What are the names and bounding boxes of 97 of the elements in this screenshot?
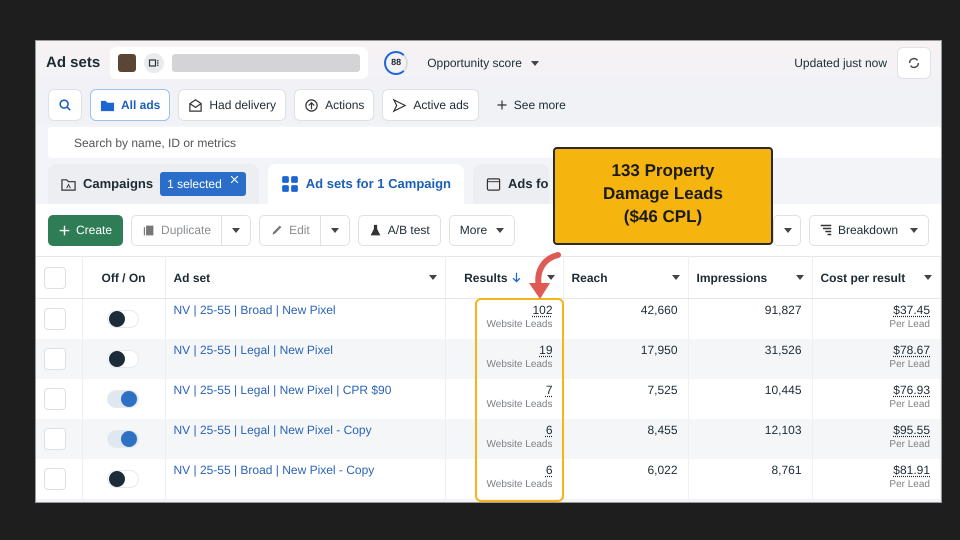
reach-value: 42,660 xyxy=(640,303,678,317)
cost-value: $37.45 xyxy=(893,303,930,317)
cost-unit: Per Lead xyxy=(888,438,930,451)
refresh-button[interactable] xyxy=(897,47,931,79)
row-checkbox[interactable] xyxy=(44,428,66,450)
tab[interactable]: Campaigns 1 selected xyxy=(48,164,259,204)
plus-icon xyxy=(59,224,70,236)
see-more-button[interactable]: See more xyxy=(486,89,575,121)
impressions-value: 31,526 xyxy=(764,342,802,356)
send-icon xyxy=(392,98,408,112)
caret-icon xyxy=(428,275,436,280)
window-icon xyxy=(486,176,501,192)
flask-icon xyxy=(368,224,382,236)
filter-button[interactable]: Had delivery xyxy=(178,89,286,121)
toggle-switch[interactable] xyxy=(106,470,138,488)
copy-icon xyxy=(142,224,156,236)
select-all-checkbox[interactable] xyxy=(44,266,66,288)
toggle-switch[interactable] xyxy=(106,350,138,368)
create-button[interactable]: Create xyxy=(48,214,124,246)
search-icon xyxy=(58,98,72,112)
result-count: 102 xyxy=(532,303,552,317)
bars-icon xyxy=(820,224,832,236)
result-type: Website Leads xyxy=(486,398,552,411)
row-checkbox[interactable] xyxy=(44,348,66,370)
cost-unit: Per Lead xyxy=(888,398,930,411)
selection-chip[interactable]: 1 selected xyxy=(160,172,246,196)
column-header[interactable]: Reach xyxy=(572,268,608,286)
result-count: 19 xyxy=(539,342,552,356)
column-header[interactable]: Ad set xyxy=(174,268,210,286)
caret-icon xyxy=(796,275,804,280)
cost-value: $76.93 xyxy=(893,382,930,396)
cost-value: $78.67 xyxy=(893,342,930,356)
search-button[interactable] xyxy=(48,89,82,121)
caret-icon xyxy=(784,228,792,232)
plus-icon xyxy=(496,99,508,111)
breakdown-button[interactable]: Breakdown xyxy=(808,214,929,246)
ab-test-button[interactable]: A/B test xyxy=(358,214,441,246)
reach-value: 6,022 xyxy=(647,462,678,476)
impressions-value: 10,445 xyxy=(764,382,802,396)
reach-value: 7,525 xyxy=(647,382,678,396)
sort-arrow-icon xyxy=(510,271,522,284)
cost-unit: Per Lead xyxy=(888,319,930,332)
score-gauge: 88 xyxy=(384,51,408,75)
caret-icon xyxy=(924,275,932,280)
dropdown-button[interactable] xyxy=(222,214,252,246)
cost-unit: Per Lead xyxy=(888,478,930,491)
search-field[interactable]: Search by name, ID or metrics xyxy=(48,127,941,158)
ad-set-link[interactable]: NV | 25-55 | Legal | New Pixel xyxy=(174,342,333,356)
caret-icon xyxy=(672,275,680,280)
tab[interactable]: Ad sets for 1 Campaign xyxy=(268,164,464,204)
refresh-icon xyxy=(907,56,921,70)
reach-value: 17,950 xyxy=(640,342,678,356)
filter-button[interactable]: Active ads xyxy=(382,89,479,121)
pencil-icon xyxy=(270,224,284,236)
filter-button[interactable]: All ads xyxy=(90,89,170,121)
result-type: Website Leads xyxy=(486,478,552,491)
impressions-value: 12,103 xyxy=(764,422,802,436)
row-checkbox[interactable] xyxy=(44,388,66,410)
result-type: Website Leads xyxy=(486,438,552,451)
caret-icon xyxy=(330,228,339,232)
callout-note: 133 Property Damage Leads ($46 CPL) xyxy=(553,147,773,245)
more-button[interactable]: More xyxy=(448,214,516,246)
reach-value: 8,455 xyxy=(647,422,678,436)
view-dropdown[interactable] xyxy=(772,214,801,246)
account-selector[interactable] xyxy=(110,47,368,79)
impressions-value: 91,827 xyxy=(764,303,802,317)
grid-icon xyxy=(280,175,299,193)
result-type: Website Leads xyxy=(486,319,552,332)
cost-value: $81.91 xyxy=(893,462,930,476)
ad-set-link[interactable]: NV | 25-55 | Broad | New Pixel xyxy=(174,303,336,317)
result-count: 7 xyxy=(546,382,552,396)
envelope-icon xyxy=(188,98,204,112)
tab[interactable]: Ads fo xyxy=(472,164,550,204)
result-count: 6 xyxy=(546,422,552,436)
caret-icon xyxy=(232,228,240,232)
result-count: 6 xyxy=(546,462,552,476)
close-icon xyxy=(230,175,239,184)
row-checkbox[interactable] xyxy=(44,308,66,330)
cost-unit: Per Lead xyxy=(888,358,930,371)
avatar-placeholder xyxy=(118,54,136,72)
cost-value: $95.55 xyxy=(893,422,930,436)
impressions-value: 8,761 xyxy=(771,462,802,476)
toggle-switch[interactable] xyxy=(106,310,138,328)
result-type: Website Leads xyxy=(486,358,552,371)
device-icon xyxy=(148,57,160,69)
ad-set-link[interactable]: NV | 25-55 | Broad | New Pixel - Copy xyxy=(174,462,374,476)
row-checkbox[interactable] xyxy=(44,468,66,490)
selection-count: 1 selected xyxy=(167,176,222,193)
opportunity-score-dropdown[interactable]: Opportunity score xyxy=(418,47,548,79)
ad-set-link[interactable]: NV | 25-55 | Legal | New Pixel | CPR $90 xyxy=(174,382,392,396)
folder-icon xyxy=(61,176,76,192)
update-status: Updated just now xyxy=(794,55,887,72)
dropdown-button[interactable] xyxy=(320,214,350,246)
toggle-switch[interactable] xyxy=(106,390,138,408)
filter-button[interactable]: Actions xyxy=(294,89,374,121)
page-title: Ad sets xyxy=(46,52,100,73)
toggle-switch[interactable] xyxy=(106,430,138,448)
